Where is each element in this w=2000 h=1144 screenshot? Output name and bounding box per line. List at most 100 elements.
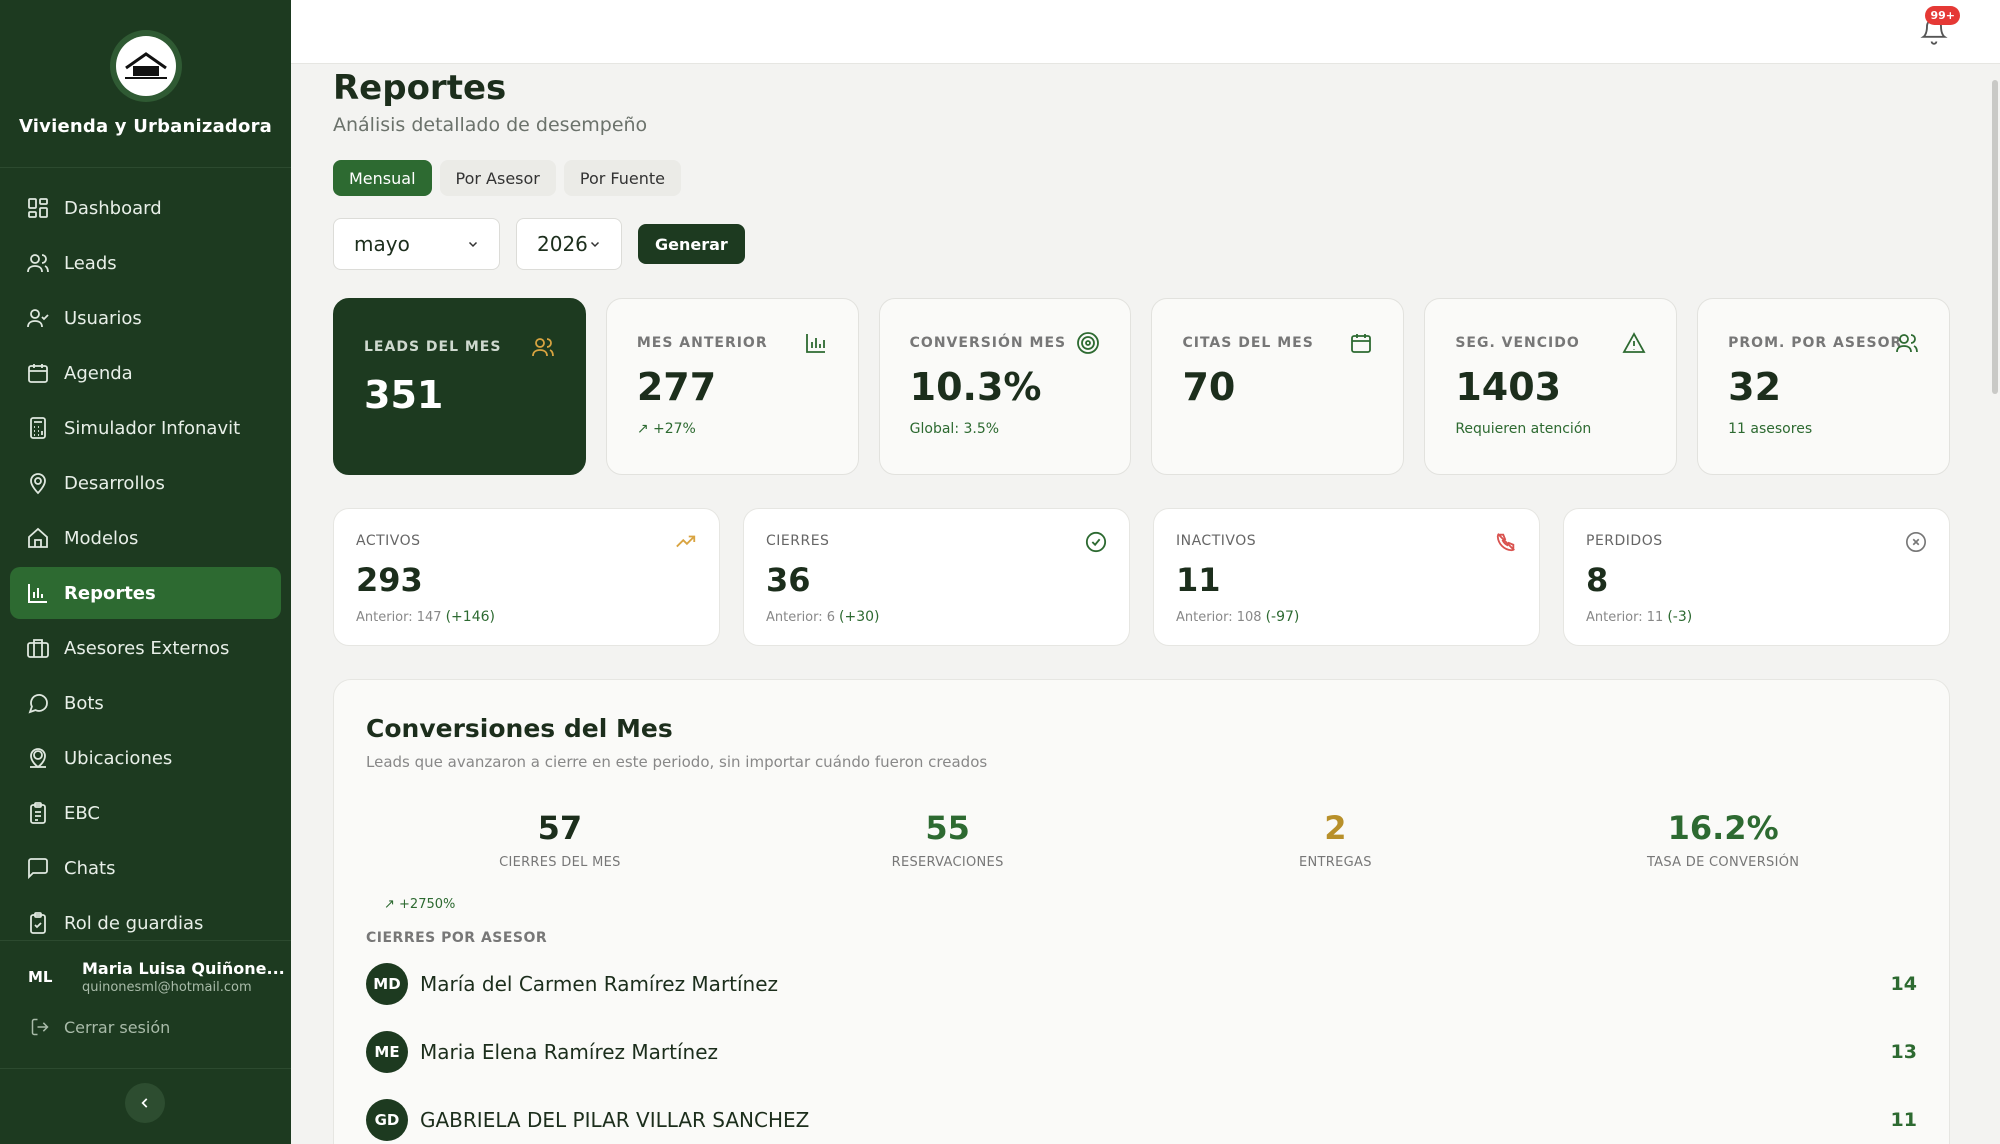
avatar: ME: [366, 1031, 408, 1073]
avatar: ML: [28, 968, 53, 986]
list-item[interactable]: GD GABRIELA DEL PILAR VILLAR SANCHEZ 11: [366, 1086, 1917, 1144]
stat-activos: ACTIVOS 293 Anterior: 147 (+146): [333, 508, 720, 646]
collapse-zone: [0, 1068, 291, 1144]
stat-label: CIERRES: [766, 533, 830, 549]
kpi-sub: ↗ +27%: [636, 421, 696, 437]
stat-delta: (-97): [1265, 609, 1300, 625]
target-icon: [1076, 331, 1100, 355]
metric-value: 16.2%: [1667, 809, 1779, 847]
sidebar-item-usuarios[interactable]: Usuarios: [10, 292, 281, 344]
user-block: ML Maria Luisa Quiñone... quinonesml@hot…: [0, 940, 291, 1037]
advisor-count: 13: [1890, 1041, 1917, 1063]
house-logo-icon: [124, 52, 167, 79]
kpi-prom-asesor: PROM. POR ASESOR 32 11 asesores: [1697, 298, 1950, 475]
user-check-icon: [26, 306, 50, 330]
sidebar-item-reportes[interactable]: Reportes: [10, 567, 281, 619]
metric-entregas: 2 ENTREGAS: [1142, 809, 1530, 870]
sidebar-item-leads[interactable]: Leads: [10, 237, 281, 289]
metric-value: 57: [537, 809, 583, 847]
stat-prev: Anterior: 108: [1176, 610, 1262, 625]
chevron-down-icon: [468, 241, 478, 248]
collapse-sidebar-button[interactable]: [125, 1083, 165, 1123]
list-item[interactable]: ME Maria Elena Ramírez Martínez 13: [366, 1018, 1917, 1086]
sidebar-item-ubicaciones[interactable]: Ubicaciones: [10, 732, 281, 784]
tab-por-asesor[interactable]: Por Asesor: [439, 160, 556, 196]
calendar-icon: [26, 361, 50, 385]
trending-up-icon: [675, 531, 697, 553]
avatar: GD: [366, 1099, 408, 1141]
month-select[interactable]: mayo: [333, 218, 500, 270]
conversion-metrics: 57 CIERRES DEL MES ↗ +2750% 55 RESERVACI…: [366, 809, 1917, 912]
logout-label: Cerrar sesión: [64, 1017, 171, 1037]
sidebar-item-label: Ubicaciones: [64, 747, 173, 769]
conversions-title: Conversiones del Mes: [366, 714, 673, 743]
brand: Vivienda y Urbanizadora: [0, 0, 291, 168]
user-profile[interactable]: ML Maria Luisa Quiñone... quinonesml@hot…: [0, 959, 291, 995]
sidebar-item-bots[interactable]: Bots: [10, 677, 281, 729]
metric-label: TASA DE CONVERSIÓN: [1646, 855, 1800, 870]
generate-button[interactable]: Generar: [638, 224, 745, 264]
filters: mayo 2026 Generar: [333, 218, 1950, 270]
logout-button[interactable]: Cerrar sesión: [0, 1017, 291, 1037]
kpi-seg-vencido: SEG. VENCIDO 1403 Requieren atención: [1424, 298, 1678, 475]
sidebar-item-label: Usuarios: [64, 307, 142, 329]
users-icon: [1895, 331, 1919, 355]
metric-label: RESERVACIONES: [891, 855, 1004, 870]
stat-label: ACTIVOS: [356, 533, 421, 549]
warning-icon: [1622, 331, 1646, 355]
sidebar-item-modelos[interactable]: Modelos: [10, 512, 281, 564]
sidebar-item-label: Simulador Infonavit: [64, 417, 241, 439]
advisor-name: GABRIELA DEL PILAR VILLAR SANCHEZ: [420, 1108, 810, 1132]
sidebar-item-asesores-externos[interactable]: Asesores Externos: [10, 622, 281, 674]
list-item[interactable]: MD María del Carmen Ramírez Martínez 14: [366, 950, 1917, 1018]
scroll-thumb[interactable]: [1992, 80, 1998, 394]
message-square-icon: [26, 856, 50, 880]
logout-icon: [31, 1018, 49, 1036]
sidebar-item-simulador[interactable]: Simulador Infonavit: [10, 402, 281, 454]
metric-cierres: 57 CIERRES DEL MES ↗ +2750%: [366, 809, 754, 912]
report-tabs: Mensual Por Asesor Por Fuente: [333, 160, 1950, 196]
metric-value: 2: [1324, 809, 1347, 847]
sidebar-item-label: Modelos: [64, 527, 139, 549]
phone-off-icon: [1495, 531, 1517, 553]
sidebar-nav: Dashboard Leads Usuarios Agenda Simulado…: [0, 182, 291, 952]
metric-label: ENTREGAS: [1299, 855, 1372, 870]
location-user-icon: [26, 746, 50, 770]
advisor-name: María del Carmen Ramírez Martínez: [420, 972, 779, 996]
kpi-value: 70: [1182, 365, 1236, 409]
kpi-label: SEG. VENCIDO: [1455, 335, 1580, 351]
tab-por-fuente[interactable]: Por Fuente: [563, 160, 681, 196]
stat-inactivos: INACTIVOS 11 Anterior: 108 (-97): [1153, 508, 1540, 646]
stat-label: INACTIVOS: [1176, 533, 1257, 549]
kpi-value: 277: [636, 365, 717, 409]
metric-label: CIERRES DEL MES: [499, 855, 621, 870]
clipboard-check-icon: [26, 911, 50, 935]
sidebar-item-desarrollos[interactable]: Desarrollos: [10, 457, 281, 509]
stat-perdidos: PERDIDOS 8 Anterior: 11 (-3): [1563, 508, 1950, 646]
users-icon: [531, 335, 555, 359]
sidebar-item-label: Chats: [64, 857, 116, 879]
metric-delta: ↗ +2750%: [384, 897, 456, 912]
stat-delta: (-3): [1667, 609, 1693, 625]
logo[interactable]: [109, 30, 182, 102]
scrollbar[interactable]: [1990, 64, 2000, 1144]
sidebar-item-agenda[interactable]: Agenda: [10, 347, 281, 399]
kpi-label: PROM. POR ASESOR: [1728, 335, 1903, 351]
sidebar-item-chats[interactable]: Chats: [10, 842, 281, 894]
year-select[interactable]: 2026: [516, 218, 622, 270]
tab-mensual[interactable]: Mensual: [333, 160, 432, 196]
sidebar: Vivienda y Urbanizadora Dashboard Leads …: [0, 0, 291, 1144]
sidebar-item-ebc[interactable]: EBC: [10, 787, 281, 839]
stat-prev: Anterior: 147: [356, 610, 442, 625]
kpi-citas-mes: CITAS DEL MES 70: [1151, 298, 1405, 475]
sidebar-item-label: Agenda: [64, 362, 133, 384]
stat-cierres: CIERRES 36 Anterior: 6 (+30): [743, 508, 1130, 646]
chevron-left-icon: [141, 1098, 148, 1108]
users-icon: [26, 251, 50, 275]
notification-badge: 99+: [1925, 6, 1960, 25]
year-value: 2026: [537, 232, 588, 256]
metric-value: 55: [925, 809, 970, 847]
stat-label: PERDIDOS: [1586, 533, 1663, 549]
sidebar-item-dashboard[interactable]: Dashboard: [10, 182, 281, 234]
x-circle-icon: [1905, 531, 1927, 553]
